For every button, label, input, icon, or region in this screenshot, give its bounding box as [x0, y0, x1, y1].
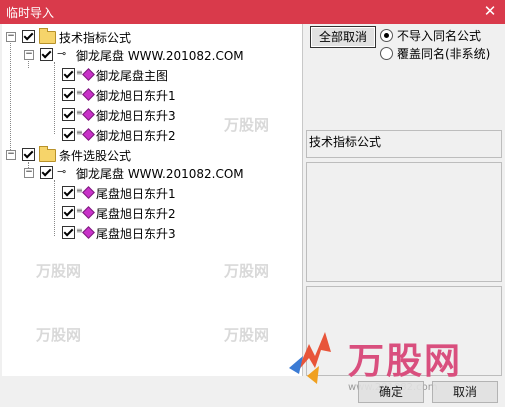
group-checkbox[interactable] [22, 30, 35, 43]
title-bar[interactable]: 临时导入 ✕ [0, 0, 505, 24]
tree-item-node[interactable]: ≡ 御龙旭日东升1 [2, 86, 302, 104]
item-checkbox[interactable] [62, 68, 75, 81]
cancel-button[interactable]: 取消 [432, 381, 498, 403]
formula-icon [82, 226, 95, 239]
formula-icon [82, 68, 95, 81]
group-label: 技术指标公式 [59, 31, 132, 45]
item-label: 御龙旭日东升1 [96, 89, 176, 103]
group-checkbox[interactable] [22, 148, 35, 161]
formula-type-label: 技术指标公式 [306, 130, 502, 158]
formula-mark-icon: ≡ [76, 68, 83, 77]
watermark-text: 万股网 [224, 326, 270, 344]
formula-icon [82, 108, 95, 121]
tree-group-node[interactable]: − 技术指标公式 [2, 28, 302, 46]
collapse-icon[interactable]: − [24, 168, 34, 178]
key-icon: ⊸ [57, 165, 67, 178]
item-checkbox[interactable] [62, 108, 75, 121]
radio-label: 不导入同名公式 [397, 29, 482, 43]
watermark-text: 万股网 [224, 262, 270, 280]
tree-item-node[interactable]: ≡ 尾盘旭日东升1 [2, 184, 302, 202]
tree-item-node[interactable]: ≡ 御龙尾盘主图 [2, 66, 302, 84]
collapse-icon[interactable]: − [6, 32, 16, 42]
cancel-all-button[interactable]: 全部取消 [310, 26, 376, 48]
radio-label: 覆盖同名(非系统) [397, 47, 491, 61]
tree-group-node[interactable]: − 条件选股公式 [2, 146, 302, 164]
collapse-icon[interactable]: − [24, 50, 34, 60]
publisher-label: 御龙尾盘 WWW.201082.COM [76, 167, 244, 181]
item-checkbox[interactable] [62, 186, 75, 199]
group-label: 条件选股公式 [59, 149, 132, 163]
item-label: 御龙旭日东升2 [96, 129, 176, 143]
tree-publisher-node[interactable]: − ⊸ 御龙尾盘 WWW.201082.COM [2, 46, 302, 64]
item-label: 尾盘旭日东升1 [96, 187, 176, 201]
publisher-checkbox[interactable] [40, 166, 53, 179]
folder-icon [39, 146, 56, 162]
publisher-label: 御龙尾盘 WWW.201082.COM [76, 49, 244, 63]
formula-icon [82, 88, 95, 101]
key-icon: ⊸ [57, 47, 67, 60]
radio-button[interactable] [380, 29, 393, 42]
item-checkbox[interactable] [62, 128, 75, 141]
formula-tree[interactable]: − 技术指标公式 − ⊸ 御龙尾盘 WWW.201082.COM ≡ 御龙尾盘主… [2, 24, 303, 376]
formula-icon [82, 128, 95, 141]
formula-mark-icon: ≡ [76, 108, 83, 117]
logo-arrow-icon [289, 332, 331, 384]
formula-mark-icon: ≡ [76, 206, 83, 215]
watermark-text: 万股网 [224, 116, 270, 134]
collapse-icon[interactable]: − [6, 150, 16, 160]
formula-icon [82, 186, 95, 199]
formula-icon [82, 206, 95, 219]
logo-text: 万股网 [348, 341, 463, 382]
window-title: 临时导入 [6, 6, 55, 20]
tree-publisher-node[interactable]: − ⊸ 御龙尾盘 WWW.201082.COM [2, 164, 302, 182]
item-checkbox[interactable] [62, 226, 75, 239]
item-label: 御龙旭日东升3 [96, 109, 176, 123]
publisher-checkbox[interactable] [40, 48, 53, 61]
tree-item-node[interactable]: ≡ 尾盘旭日东升3 [2, 224, 302, 242]
item-checkbox[interactable] [62, 206, 75, 219]
formula-mark-icon: ≡ [76, 186, 83, 195]
formula-mark-icon: ≡ [76, 88, 83, 97]
item-label: 尾盘旭日东升2 [96, 207, 176, 221]
tree-item-node[interactable]: ≡ 尾盘旭日东升2 [2, 204, 302, 222]
formula-mark-icon: ≡ [76, 128, 83, 137]
item-label: 御龙尾盘主图 [96, 69, 169, 83]
watermark-text: 万股网 [36, 326, 82, 344]
close-icon[interactable]: ✕ [477, 0, 503, 24]
import-dialog: 临时导入 ✕ − 技术指标公式 − ⊸ 御龙尾盘 WWW.201082.COM … [0, 0, 505, 407]
folder-icon [39, 28, 56, 44]
item-checkbox[interactable] [62, 88, 75, 101]
watermark-text: 万股网 [36, 262, 82, 280]
confirm-button[interactable]: 确定 [358, 381, 424, 403]
formula-mark-icon: ≡ [76, 226, 83, 235]
item-label: 尾盘旭日东升3 [96, 227, 176, 241]
description-box [306, 162, 502, 282]
radio-button[interactable] [380, 47, 393, 60]
